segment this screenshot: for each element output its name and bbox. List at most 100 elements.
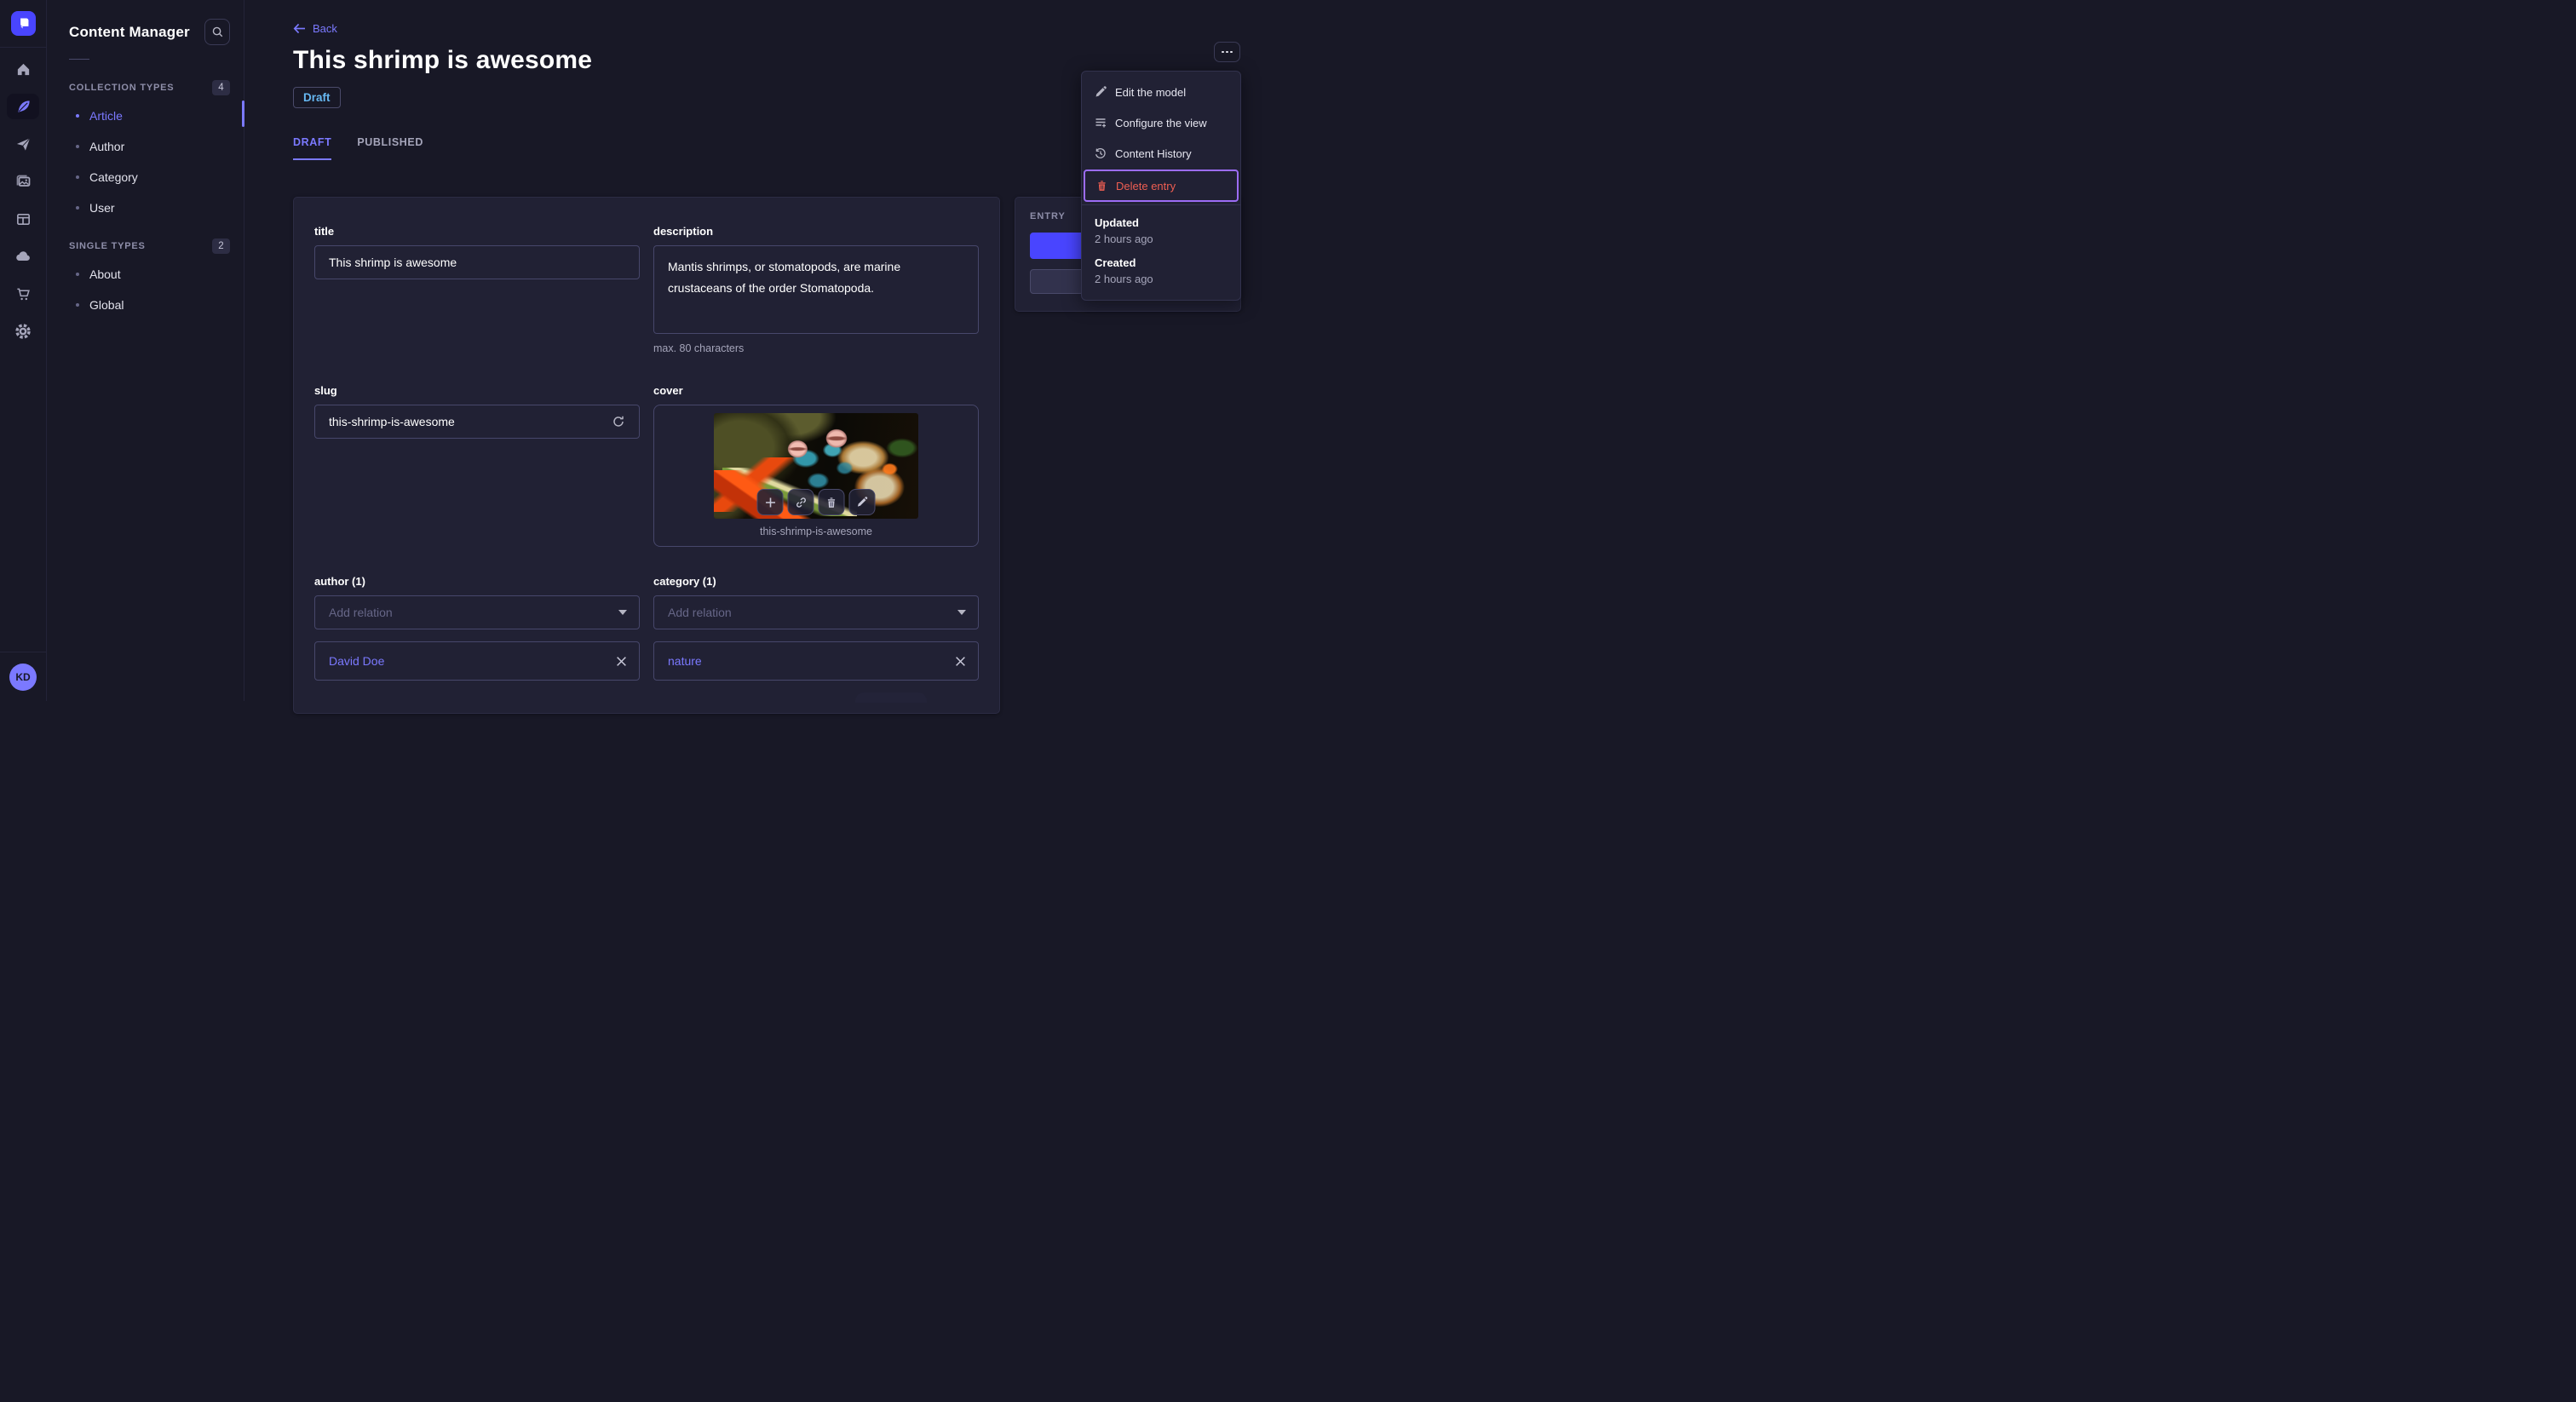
cart-icon[interactable]	[7, 281, 39, 307]
menu-item-delete-entry[interactable]: Delete entry	[1084, 170, 1239, 202]
updated-value: 2 hours ago	[1095, 233, 1153, 245]
sidebar-item-label: Global	[89, 298, 124, 312]
author-placeholder: Add relation	[329, 606, 393, 619]
created-label: Created	[1095, 256, 1136, 269]
more-actions-menu: Edit the model Configure the view Conten…	[1081, 71, 1241, 301]
created-value: 2 hours ago	[1095, 273, 1153, 285]
category-add-relation-combobox[interactable]: Add relation	[653, 595, 979, 629]
bullet-icon	[76, 114, 79, 118]
cover-field-label: cover	[653, 384, 683, 397]
chevron-down-icon	[618, 610, 627, 615]
entry-form-card: title This shrimp is awesome description…	[293, 197, 1000, 714]
menu-item-label: Edit the model	[1115, 85, 1187, 99]
back-link[interactable]: Back	[293, 22, 337, 35]
sidebar-item-label: Article	[89, 109, 123, 123]
media-gallery-icon[interactable]	[7, 169, 39, 194]
menu-item-label: Configure the view	[1115, 116, 1207, 129]
menu-item-label: Delete entry	[1116, 179, 1176, 192]
title-field-label: title	[314, 225, 335, 238]
sidebar-item-author[interactable]: Author	[47, 131, 244, 162]
cover-caption: this-shrimp-is-awesome	[760, 526, 872, 537]
author-relation-link[interactable]: David Doe	[329, 654, 616, 668]
cloud-icon[interactable]	[7, 244, 39, 269]
title-input[interactable]: This shrimp is awesome	[314, 245, 640, 279]
slug-field-label: slug	[314, 384, 337, 397]
strapi-logo-icon	[10, 11, 36, 36]
title-input-value: This shrimp is awesome	[329, 256, 457, 269]
home-icon[interactable]	[7, 56, 39, 82]
category-placeholder: Add relation	[668, 606, 732, 619]
collection-types-count-badge: 4	[212, 80, 230, 95]
bullet-icon	[76, 273, 79, 276]
category-relation-link[interactable]: nature	[668, 654, 955, 668]
menu-item-configure-the-view[interactable]: Configure the view	[1082, 107, 1240, 138]
copy-link-button[interactable]	[787, 489, 814, 515]
pencil-icon	[857, 497, 868, 508]
sidebar-item-label: About	[89, 267, 121, 281]
slug-input[interactable]: this-shrimp-is-awesome	[314, 405, 640, 439]
bullet-icon	[76, 206, 79, 210]
section-label-collection-types: COLLECTION TYPES	[69, 83, 175, 93]
search-button[interactable]	[204, 19, 230, 45]
menu-item-label: Content History	[1115, 147, 1192, 160]
cover-field: this-shrimp-is-awesome	[653, 405, 979, 547]
layout-icon[interactable]	[7, 206, 39, 232]
description-field-label: description	[653, 225, 714, 238]
remove-category-relation-icon[interactable]	[955, 656, 966, 667]
list-plus-icon	[1095, 117, 1107, 129]
sidebar-item-about[interactable]: About	[47, 259, 244, 290]
sidebar-item-category[interactable]: Category	[47, 162, 244, 192]
cover-action-bar	[756, 489, 876, 515]
back-arrow-icon	[293, 23, 306, 34]
sidebar-item-global[interactable]: Global	[47, 290, 244, 320]
ellipsis-icon	[1222, 50, 1224, 54]
category-field-label: category (1)	[653, 575, 716, 588]
plus-icon	[764, 497, 776, 509]
remove-author-relation-icon[interactable]	[616, 656, 627, 667]
history-icon	[1095, 147, 1107, 159]
bullet-icon	[76, 303, 79, 307]
section-label-single-types: SINGLE TYPES	[69, 241, 146, 251]
trash-icon	[1096, 180, 1107, 192]
search-icon	[211, 26, 224, 38]
feather-icon[interactable]	[7, 94, 39, 119]
delete-asset-button[interactable]	[818, 489, 845, 515]
edit-asset-button[interactable]	[848, 489, 876, 515]
sidebar-item-user[interactable]: User	[47, 192, 244, 223]
subnav-title: Content Manager	[69, 23, 190, 40]
add-asset-button[interactable]	[756, 489, 784, 515]
category-relation-item: nature	[653, 641, 979, 681]
subnav-divider	[69, 59, 89, 60]
more-actions-button[interactable]	[1214, 42, 1240, 62]
author-field-label: author (1)	[314, 575, 365, 588]
menu-item-edit-the-model[interactable]: Edit the model	[1082, 77, 1240, 107]
bullet-icon	[76, 145, 79, 148]
gear-icon[interactable]	[7, 319, 39, 344]
collapsed-panel-peek[interactable]	[855, 692, 927, 703]
workspace-logo-box[interactable]	[0, 0, 46, 48]
description-textarea[interactable]: Mantis shrimps, or stomatopods, are mari…	[653, 245, 979, 334]
regenerate-slug-icon[interactable]	[612, 415, 625, 428]
tab-published[interactable]: PUBLISHED	[357, 136, 423, 160]
main-nav-rail: KD	[0, 0, 47, 701]
cover-image[interactable]	[714, 413, 918, 519]
sidebar-item-article[interactable]: Article	[47, 101, 244, 131]
menu-item-content-history[interactable]: Content History	[1082, 138, 1240, 169]
content-manager-subnav: Content Manager COLLECTION TYPES 4 Artic…	[47, 0, 244, 701]
tab-draft[interactable]: DRAFT	[293, 136, 332, 160]
sidebar-item-label: User	[89, 201, 115, 215]
paper-plane-icon[interactable]	[7, 131, 39, 157]
trash-icon	[826, 497, 837, 509]
subnav-scrollbar-thumb[interactable]	[242, 101, 244, 127]
author-relation-item: David Doe	[314, 641, 640, 681]
single-types-count-badge: 2	[212, 238, 230, 254]
status-badge: Draft	[293, 87, 341, 108]
author-add-relation-combobox[interactable]: Add relation	[314, 595, 640, 629]
bullet-icon	[76, 175, 79, 179]
sidebar-item-label: Author	[89, 140, 125, 153]
user-avatar[interactable]: KD	[9, 663, 37, 691]
chevron-down-icon	[957, 610, 966, 615]
back-label: Back	[313, 22, 337, 35]
updated-label: Updated	[1095, 216, 1139, 229]
pencil-icon	[1095, 86, 1107, 98]
